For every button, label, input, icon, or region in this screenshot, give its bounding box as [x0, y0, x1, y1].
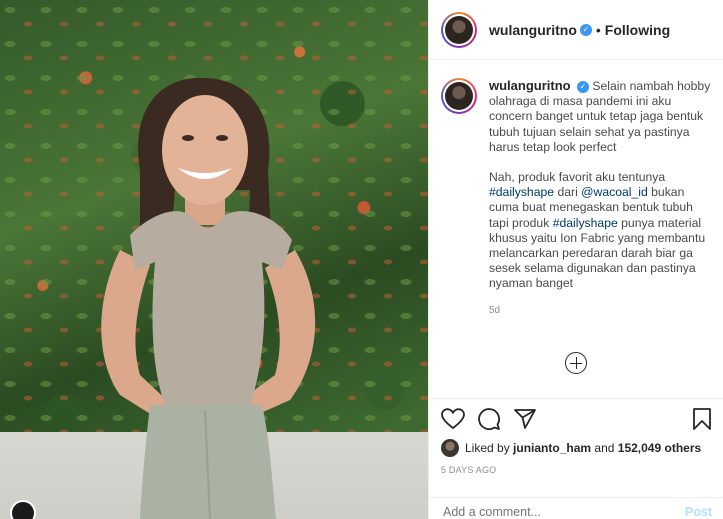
post-actions: Liked by junianto_ham and 152,049 others… — [429, 398, 723, 475]
likes-count[interactable]: 152,049 others — [618, 441, 701, 455]
hashtag-link[interactable]: #dailyshape — [553, 216, 618, 230]
header-avatar[interactable] — [441, 11, 477, 48]
post-comment-button[interactable]: Post — [685, 505, 712, 519]
caption-paragraph-2: Nah, produk favorit aku tentunya #dailys… — [489, 170, 715, 292]
bookmark-icon[interactable] — [692, 407, 712, 431]
heart-icon[interactable] — [441, 408, 465, 430]
caption-text-segment: Nah, produk favorit aku tentunya — [489, 170, 666, 185]
likes-summary: Liked by junianto_ham and 152,049 others — [441, 439, 712, 457]
header-username[interactable]: wulanguritno — [489, 22, 577, 38]
comment-bar: Post — [429, 497, 723, 519]
liker-avatar[interactable] — [441, 439, 459, 457]
header-separator: • — [595, 21, 601, 38]
post-side-panel: wulanguritno ✓ • Following wulanguritno … — [428, 0, 723, 519]
action-icons-row — [441, 405, 712, 433]
verified-badge-icon: ✓ — [577, 81, 589, 93]
post-caption: wulanguritno ✓ Selain nambah hobby olahr… — [441, 78, 721, 318]
caption-avatar[interactable] — [441, 78, 477, 114]
post-header: wulanguritno ✓ • Following — [429, 0, 723, 60]
hashtag-link[interactable]: #dailyshape — [489, 185, 554, 199]
woman-figure — [101, 77, 316, 519]
more-plus-icon[interactable] — [565, 352, 587, 374]
following-button[interactable]: Following — [605, 22, 670, 38]
mention-link[interactable]: @wacoal_id — [581, 185, 648, 199]
caption-age[interactable]: 5d — [489, 303, 715, 318]
liker-username[interactable]: junianto_ham — [513, 441, 591, 455]
comment-icon[interactable] — [477, 407, 501, 431]
post-photo[interactable] — [0, 0, 428, 519]
verified-badge-icon: ✓ — [579, 23, 592, 36]
photo-tag-avatar[interactable] — [10, 500, 36, 519]
comment-input[interactable] — [443, 504, 685, 519]
caption-text-segment: dari — [557, 185, 578, 200]
caption-username[interactable]: wulanguritno — [489, 78, 571, 93]
likes-and: and — [594, 441, 615, 455]
share-icon[interactable] — [513, 407, 537, 431]
likes-prefix: Liked by — [465, 441, 510, 455]
caption-text: wulanguritno ✓ Selain nambah hobby olahr… — [489, 78, 715, 318]
post-time-ago[interactable]: 5 DAYS AGO — [441, 465, 712, 475]
